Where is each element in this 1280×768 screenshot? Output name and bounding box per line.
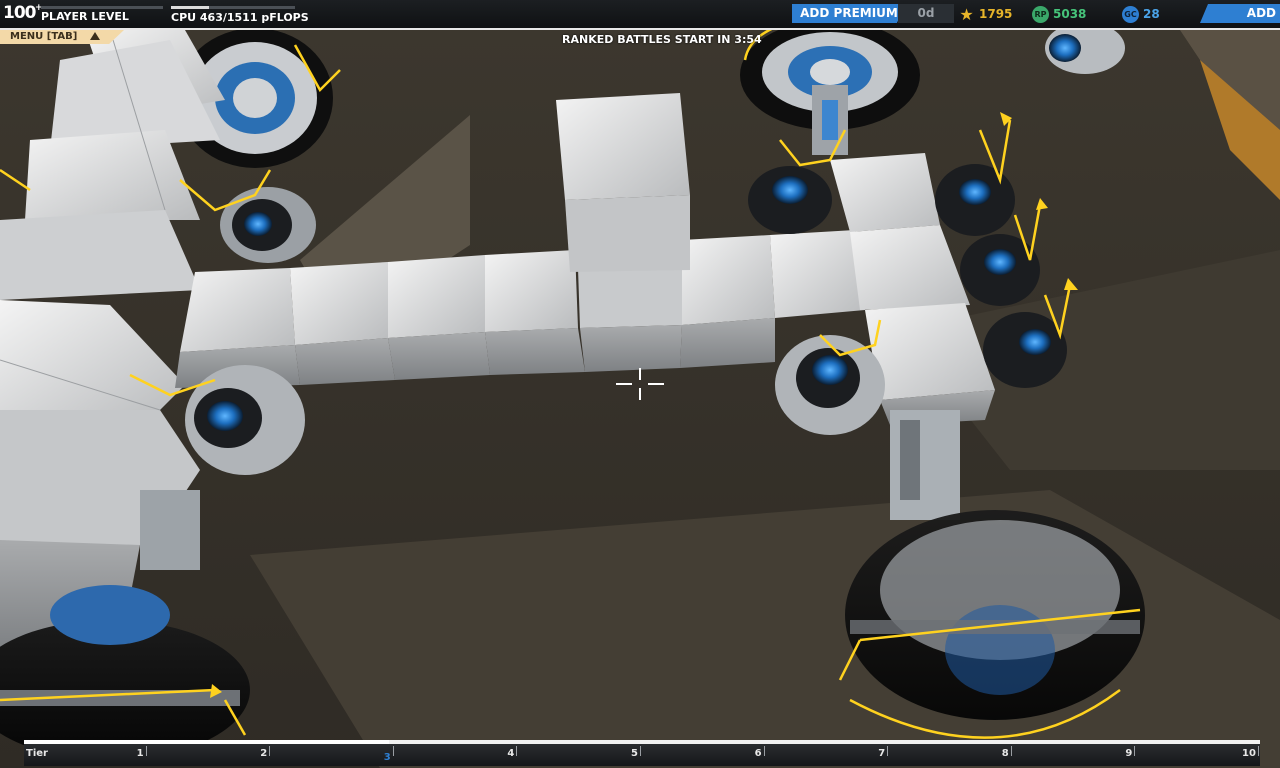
triangle-up-icon [90, 32, 100, 40]
galaxy-coins-balance: GC 28 [1122, 5, 1160, 23]
player-level-label: PLAYER LEVEL [41, 10, 129, 23]
robits-value: 1795 [979, 7, 1013, 21]
player-level-number: 100 [3, 3, 36, 23]
tier-separator [1134, 746, 1136, 756]
player-level-bar [41, 6, 163, 9]
menu-tab-button[interactable]: MENU [TAB] [0, 30, 124, 44]
tier-tick-9: 9 [1125, 748, 1133, 759]
tier-tick-8: 8 [1001, 748, 1009, 759]
tier-scale [24, 744, 1260, 766]
tier-separator [392, 746, 394, 756]
tier-progress-bar: Tier 1 2 3 4 5 6 7 8 9 10 [24, 738, 1260, 768]
tier-separator [763, 746, 765, 756]
tier-tick-10: 10 [1242, 748, 1256, 759]
add-premium-button[interactable]: ADD PREMIUM [792, 4, 906, 23]
tier-separator [1258, 746, 1259, 756]
top-hud-bar: 100 + PLAYER LEVEL CPU 463/1511 pFLOPS A… [0, 0, 1280, 30]
add-funds-button[interactable]: ADD FUNDS [1200, 4, 1280, 23]
tech-points-value: 5038 [1053, 7, 1087, 21]
cpu-label: CPU 463/1511 pFLOPS [171, 11, 309, 24]
tier-tick-5: 5 [631, 748, 638, 759]
galaxy-coins-value: 28 [1143, 7, 1160, 21]
ranked-battles-timer: RANKED BATTLES START IN 3:54 [562, 33, 762, 46]
star-icon: ★ [959, 4, 974, 24]
tier-tick-1: 1 [136, 748, 144, 759]
menu-label: MENU [TAB] [10, 31, 78, 42]
tier-tick-3: 3 [383, 751, 391, 763]
gc-icon: GC [1122, 5, 1139, 23]
premium-days-remaining: 0d [898, 4, 954, 23]
tier-tick-4: 4 [507, 748, 515, 759]
tier-separator [640, 746, 641, 756]
tier-label: Tier [26, 748, 48, 759]
cpu-bar [171, 6, 295, 9]
tier-separator [887, 746, 889, 756]
tier-separator [1010, 746, 1012, 756]
tier-tick-7: 7 [878, 748, 886, 759]
robits-balance: ★ 1795 [958, 4, 1013, 24]
tier-separator [145, 746, 147, 756]
tech-points-balance: RP 5038 [1032, 5, 1086, 23]
rp-icon: RP [1032, 5, 1049, 23]
crosshair-icon [616, 368, 664, 400]
tier-tick-6: 6 [754, 748, 762, 759]
tier-separator [516, 746, 518, 756]
cpu-bar-fill [171, 6, 209, 9]
tier-separator [269, 746, 271, 756]
tier-tick-2: 2 [260, 748, 268, 759]
